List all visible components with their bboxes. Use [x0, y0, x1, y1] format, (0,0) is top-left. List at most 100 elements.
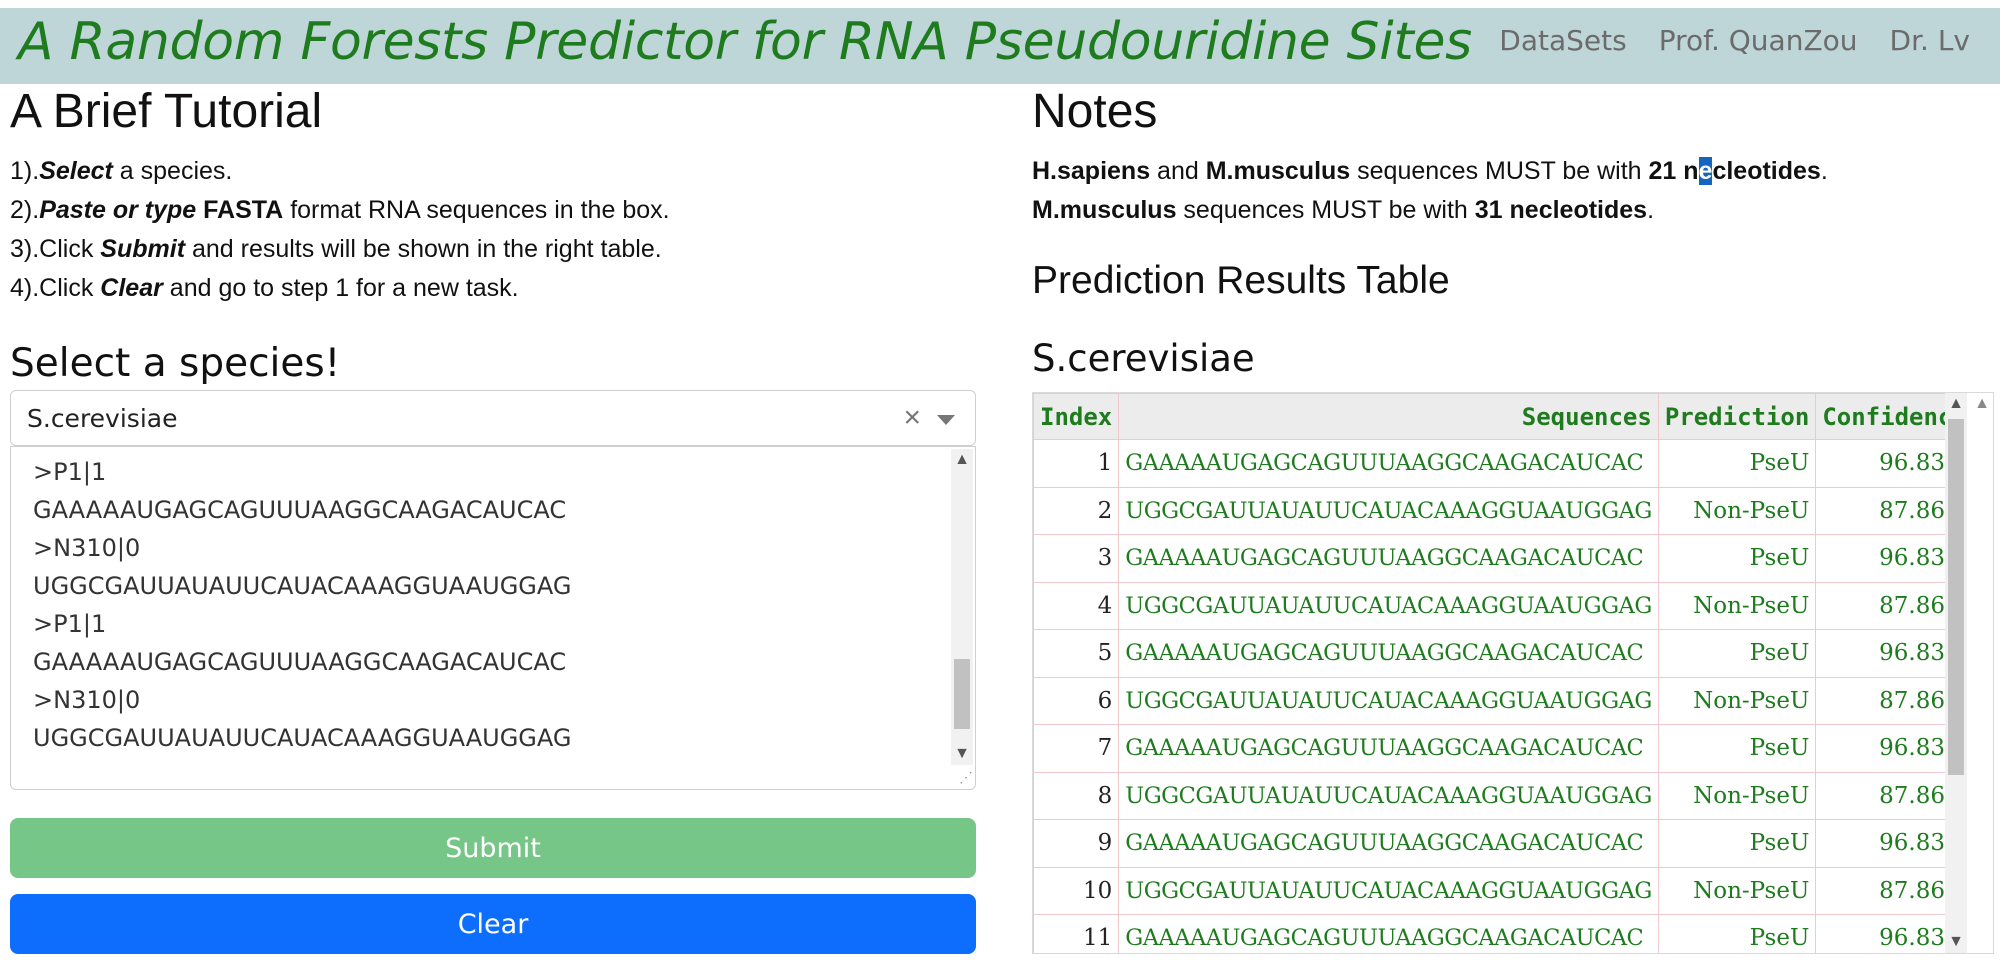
note-text: sequences MUST be with — [1176, 196, 1475, 224]
cell-index: 3 — [1033, 534, 1120, 583]
species-select[interactable]: S.cerevisiae × — [10, 390, 976, 446]
step-prefix: 2). — [10, 196, 40, 224]
tutorial-steps: 1).Select a species. 2).Paste or type FA… — [10, 152, 976, 308]
step-prefix: 1). — [10, 157, 40, 185]
clear-selection-icon[interactable]: × — [903, 401, 921, 435]
sequence-content: >P1|1 GAAAAAUGAGCAGUUUAAGGCAAGACAUCAC >N… — [33, 453, 572, 757]
results-table: Index Sequences Prediction Confidence 1G… — [1033, 393, 1974, 953]
cell-index: 8 — [1033, 771, 1120, 820]
resize-handle-icon[interactable]: ⋰ — [959, 769, 973, 786]
nav-link-datasets[interactable]: DataSets — [1499, 24, 1626, 57]
cell-index: 5 — [1033, 629, 1120, 678]
note-strong: cleotides — [1712, 157, 1821, 185]
text-selection: e — [1698, 157, 1713, 185]
note-text: . — [1820, 157, 1828, 185]
tutorial-step-2: 2).Paste or type FASTA format RNA sequen… — [10, 191, 976, 230]
note-text: and — [1150, 157, 1206, 185]
results-table-container[interactable]: Index Sequences Prediction Confidence 1G… — [1032, 392, 1994, 954]
table-row: 7 GAAAAAUGAGCAGUUUAAGGCAAGACAUCAC PseU 96.8… — [1033, 724, 1974, 773]
cell-sequence: UGGCGAUUAUAUUCAUACAAAGGUAAUGGAG — [1118, 486, 1659, 535]
cell-prediction: PseU — [1657, 534, 1817, 583]
sequence-line: GAAAAAUGAGCAGUUUAAGGCAAGACAUCAC — [33, 496, 567, 524]
cell-index: 6 — [1033, 676, 1120, 725]
note-line-2: M.musculus sequences MUST be with 31 nec… — [1032, 191, 1992, 230]
step-prefix: 3).Click — [10, 235, 101, 263]
step-emphasis: Submit — [100, 235, 186, 263]
note-strong: 31 necleotides — [1474, 196, 1648, 224]
step-prefix: 4).Click — [10, 274, 101, 302]
step-emphasis: Paste or type — [39, 196, 197, 224]
cell-sequence: UGGCGAUUAUAUUCAUACAAAGGUAAUGGAG — [1118, 866, 1659, 915]
step-emphasis: Clear — [100, 274, 163, 302]
notes-title: Notes — [1032, 85, 1158, 138]
page-scroll-up-icon[interactable]: ▲ — [1971, 395, 1993, 413]
cell-sequence: UGGCGAUUAUAUUCAUACAAAGGUAAUGGAG — [1118, 676, 1659, 725]
table-row: 2 UGGCGAUUAUAUUCAUACAAAGGUAAUGGAG Non-PseU… — [1033, 486, 1974, 535]
scroll-down-icon[interactable]: ▼ — [1945, 933, 1967, 951]
cell-prediction: PseU — [1657, 819, 1817, 868]
cell-sequence: GAAAAAUGAGCAGUUUAAGGCAAGACAUCAC — [1118, 629, 1659, 678]
nav-link-dr-lv[interactable]: Dr. Lv — [1890, 24, 1970, 57]
site-title[interactable]: A Random Forests Predictor for RNA Pseud… — [18, 12, 1472, 72]
note-strong: 21 n — [1648, 157, 1699, 185]
scroll-up-icon[interactable]: ▲ — [1945, 395, 1967, 413]
cell-index: 1 — [1033, 439, 1120, 488]
note-strong: H.sapiens — [1032, 157, 1151, 185]
table-row: 8 UGGCGAUUAUAUUCAUACAAAGGUAAUGGAG Non-PseU… — [1033, 771, 1974, 820]
cell-sequence: UGGCGAUUAUAUUCAUACAAAGGUAAUGGAG — [1118, 581, 1659, 630]
table-row: 5 GAAAAAUGAGCAGUUUAAGGCAAGACAUCAC PseU 96.8… — [1033, 629, 1974, 678]
cell-prediction: PseU — [1657, 724, 1817, 773]
tutorial-step-4: 4).Click Clear and go to step 1 for a ne… — [10, 269, 976, 308]
sequence-textarea[interactable]: >P1|1 GAAAAAUGAGCAGUUUAAGGCAAGACAUCAC >N… — [10, 446, 976, 790]
note-strong: M.musculus — [1205, 157, 1351, 185]
cell-prediction: Non-PseU — [1657, 581, 1817, 630]
results-table-body: 1 GAAAAAUGAGCAGUUUAAGGCAAGACAUCAC PseU 96.8… — [1033, 439, 1974, 953]
cell-prediction: Non-PseU — [1657, 866, 1817, 915]
chevron-down-icon[interactable] — [937, 415, 955, 425]
clear-button[interactable]: Clear — [10, 894, 976, 954]
top-navbar: A Random Forests Predictor for RNA Pseud… — [0, 8, 2000, 84]
note-text: . — [1647, 196, 1655, 224]
nav-links: DataSets Prof. QuanZou Dr. Lv — [1499, 24, 1970, 57]
sequence-line: >N310|0 — [33, 534, 141, 562]
column-header-sequences[interactable]: Sequences — [1118, 393, 1659, 440]
step-text: and results will be shown in the right t… — [185, 235, 662, 263]
cell-prediction: PseU — [1657, 914, 1817, 953]
column-header-prediction[interactable]: Prediction — [1657, 393, 1817, 440]
note-strong: M.musculus — [1032, 196, 1177, 224]
step-text: and go to step 1 for a new task. — [162, 274, 519, 302]
column-header-index[interactable]: Index — [1033, 393, 1120, 440]
textarea-scrollbar[interactable]: ▲ ▼ — [951, 449, 973, 765]
step-text: format RNA sequences in the box. — [283, 196, 670, 224]
scrollbar-thumb[interactable] — [1948, 419, 1964, 775]
cell-sequence: GAAAAAUGAGCAGUUUAAGGCAAGACAUCAC — [1118, 534, 1659, 583]
results-species: S.cerevisiae — [1032, 337, 1255, 380]
note-line-1: H.sapiens and M.musculus sequences MUST … — [1032, 152, 1992, 191]
cell-prediction: Non-PseU — [1657, 676, 1817, 725]
scrollbar-thumb[interactable] — [954, 659, 970, 729]
cell-index: 10 — [1033, 866, 1120, 915]
submit-button[interactable]: Submit — [10, 818, 976, 878]
table-row: 10 UGGCGAUUAUAUUCAUACAAAGGUAAUGGAG Non-Pse… — [1033, 866, 1974, 915]
left-panel: A Brief Tutorial 1).Select a species. 2)… — [10, 84, 976, 954]
cell-prediction: PseU — [1657, 439, 1817, 488]
table-row: 9 GAAAAAUGAGCAGUUUAAGGCAAGACAUCAC PseU 96.8… — [1033, 819, 1974, 868]
nav-link-prof-quanzou[interactable]: Prof. QuanZou — [1659, 24, 1858, 57]
right-panel: Notes H.sapiens and M.musculus sequences… — [1032, 84, 1994, 954]
cell-index: 7 — [1033, 724, 1120, 773]
note-text: sequences MUST be with — [1350, 157, 1649, 185]
tutorial-step-1: 1).Select a species. — [10, 152, 976, 191]
sequence-line: >P1|1 — [33, 610, 107, 638]
scroll-up-icon[interactable]: ▲ — [951, 449, 973, 471]
cell-prediction: PseU — [1657, 629, 1817, 678]
cell-sequence: GAAAAAUGAGCAGUUUAAGGCAAGACAUCAC — [1118, 724, 1659, 773]
sequence-line: UGGCGAUUAUAUUCAUACAAAGGUAAUGGAG — [33, 572, 572, 600]
sequence-line: >P1|1 — [33, 458, 107, 486]
table-scrollbar[interactable]: ▲ ▼ ▲ — [1945, 393, 1993, 953]
cell-sequence: GAAAAAUGAGCAGUUUAAGGCAAGACAUCAC — [1118, 439, 1659, 488]
species-heading: Select a species! — [10, 341, 341, 386]
table-row: 11 GAAAAAUGAGCAGUUUAAGGCAAGACAUCAC PseU 96.… — [1033, 914, 1974, 953]
cell-sequence: GAAAAAUGAGCAGUUUAAGGCAAGACAUCAC — [1118, 819, 1659, 868]
table-row: 4 UGGCGAUUAUAUUCAUACAAAGGUAAUGGAG Non-PseU… — [1033, 581, 1974, 630]
scroll-down-icon[interactable]: ▼ — [951, 743, 973, 765]
